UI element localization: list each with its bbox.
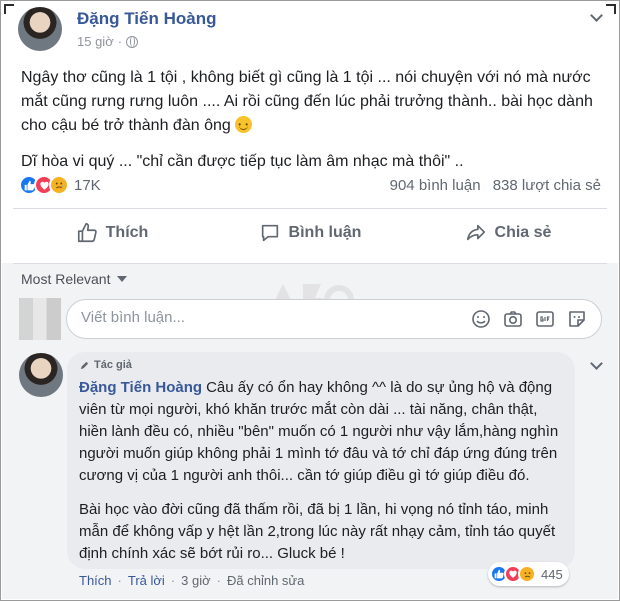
sad-reaction-icon — [518, 565, 536, 583]
engagement-counts: 904 bình luận 838 lượt chia sẻ — [390, 177, 601, 194]
share-arrow-icon — [466, 224, 485, 241]
camera-icon[interactable] — [503, 309, 523, 329]
sticker-icon[interactable] — [567, 309, 587, 329]
comment-like-link[interactable]: Thích — [79, 573, 112, 588]
like-button[interactable]: Thích — [13, 212, 211, 254]
comment-reply-link[interactable]: Trả lời — [128, 573, 165, 588]
post-paragraph: Ngây thơ cũng là 1 tội , không biết gì c… — [21, 69, 593, 134]
like-button-label: Thích — [105, 224, 149, 241]
corner-bracket — [606, 4, 616, 14]
sort-label: Most Relevant — [21, 271, 111, 287]
comment-text: Bài học vào đời cũng đã thấm rồi, đã bị … — [79, 501, 556, 562]
gif-icon[interactable] — [535, 309, 555, 329]
globe-icon[interactable] — [126, 35, 139, 48]
divider — [13, 208, 607, 209]
commenter-avatar[interactable] — [19, 353, 63, 397]
thumbs-up-icon — [77, 223, 97, 243]
comment-input-box[interactable] — [66, 299, 602, 339]
post-meta: 15 giờ · — [77, 34, 139, 49]
comment-reaction-count: 445 — [541, 566, 563, 582]
shares-count[interactable]: 838 lượt chia sẻ — [493, 177, 601, 194]
current-user-avatar — [19, 298, 61, 340]
comment-body: Đặng Tiến Hoàng Câu ấy có ổn hay không ^^… — [79, 377, 564, 565]
share-button-label: Chia sẻ — [494, 224, 552, 241]
commenter-name[interactable]: Đặng Tiến Hoàng — [79, 379, 202, 396]
smiley-icon[interactable] — [471, 309, 491, 329]
post-text: Ngây thơ cũng là 1 tội , không biết gì c… — [21, 66, 601, 186]
share-button[interactable]: Chia sẻ — [409, 212, 607, 254]
corner-bracket — [4, 4, 14, 14]
caret-down-icon — [117, 276, 128, 282]
comment-time[interactable]: 3 giờ — [181, 573, 211, 588]
facebook-post-card: Đặng Tiến Hoàng 15 giờ · Ngây thơ cũng l… — [0, 0, 620, 601]
comment-button[interactable]: Bình luận — [211, 212, 409, 254]
smiley-emoji-icon — [235, 113, 253, 137]
comment-bubble-icon — [261, 224, 278, 242]
post-paragraph: Dĩ hòa vi quý ... "chỉ cần được tiếp tục… — [21, 153, 464, 170]
comment-meta: Thích · Trả lời · 3 giờ · Đã chỉnh sửa — [79, 573, 305, 588]
reaction-summary[interactable]: 17K — [19, 175, 101, 195]
comment-sort-dropdown[interactable]: Most Relevant — [21, 271, 128, 287]
pen-icon — [80, 361, 89, 369]
reaction-count[interactable]: 17K — [74, 177, 101, 194]
comments-count[interactable]: 904 bình luận — [390, 177, 481, 194]
post-author-name[interactable]: Đặng Tiến Hoàng — [77, 9, 216, 29]
author-badge-label: Tác giả — [94, 359, 132, 371]
author-avatar[interactable] — [18, 7, 62, 51]
divider — [13, 263, 607, 264]
chevron-down-icon[interactable] — [590, 9, 603, 22]
comment-input[interactable] — [81, 309, 441, 326]
post-actions-bar: Thích Bình luận Chia sẻ — [13, 212, 607, 254]
comment-button-label: Bình luận — [288, 224, 362, 241]
comment-input-icons — [471, 309, 587, 329]
post-time[interactable]: 15 giờ — [77, 34, 114, 49]
comment-edited[interactable]: Đã chỉnh sửa — [227, 573, 304, 588]
sad-reaction-icon — [49, 175, 69, 195]
author-badge: Tác giả — [79, 359, 132, 371]
comment-reaction-summary[interactable]: 445 — [488, 562, 569, 586]
